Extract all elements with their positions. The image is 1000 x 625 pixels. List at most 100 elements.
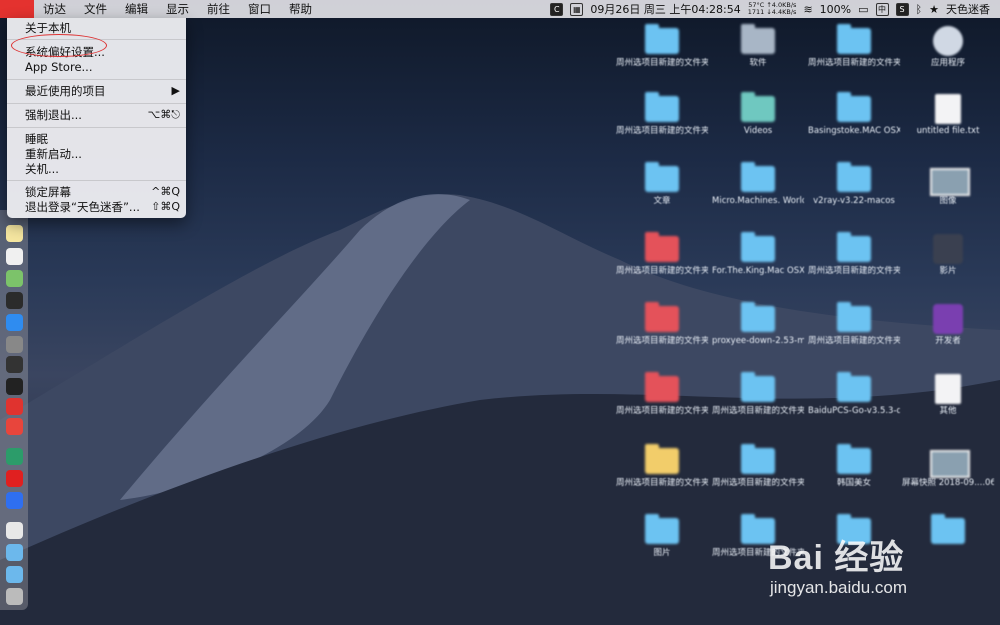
desktop-icon-label: 文章: [653, 196, 671, 206]
s-app-icon[interactable]: S: [895, 2, 909, 16]
desktop-icon[interactable]: 周州选项目新建的文件夹 10: [712, 372, 804, 436]
menu-view[interactable]: 显示: [157, 1, 198, 17]
menu-restart[interactable]: 重新启动...: [7, 146, 186, 161]
file-icon[interactable]: [6, 248, 23, 265]
desktop-icon[interactable]: 周州选项目新建的文件夹 7: [616, 24, 708, 88]
desktop-icon[interactable]: 周州选项目新建的文件夹 12: [808, 302, 900, 366]
app-icon: [933, 234, 963, 264]
vivaldi-icon[interactable]: [6, 398, 23, 415]
downloads-icon[interactable]: [6, 566, 23, 583]
folder-icon: [837, 162, 871, 192]
menu-file[interactable]: 文件: [75, 1, 116, 17]
menu-app-store[interactable]: App Store...: [7, 59, 186, 74]
desktop-icon-label: 周州选项目新建的文件夹 6: [616, 266, 708, 276]
desktop-icon[interactable]: untitled file.txt: [902, 94, 994, 156]
menu-edit[interactable]: 编辑: [116, 1, 157, 17]
desktop-icon[interactable]: 其他: [902, 374, 994, 436]
desktop-icon[interactable]: proxyee-down-2.53-mac: [712, 302, 804, 366]
date-time[interactable]: 09月26日 周三 上午04:28:54: [590, 1, 740, 17]
input-method-icon[interactable]: 中: [875, 2, 889, 16]
terminal-icon[interactable]: [6, 292, 23, 309]
folder-icon: [837, 24, 871, 54]
desktop-icon[interactable]: 周州选项目新建的文件夹 4: [616, 372, 708, 436]
system-monitor[interactable]: 57°C ↑4.0KB/s 1711 ↓4.4KB/s: [748, 2, 797, 16]
desktop-icon[interactable]: 周州选项目新建的文件夹 9: [712, 444, 804, 508]
desktop-icon[interactable]: 周州选项目新建的文件夹 5: [616, 302, 708, 366]
desktop-icon[interactable]: 图片: [616, 514, 708, 578]
desktop-icon[interactable]: 影片: [902, 234, 994, 296]
folder-icon: [741, 92, 775, 122]
desktop-icon-label: proxyee-down-2.53-mac: [712, 336, 804, 346]
watermark-brand: Bai 经验: [768, 539, 905, 577]
trash-icon[interactable]: [6, 588, 23, 605]
clipboard-app-icon[interactable]: C: [550, 2, 564, 16]
desktop-icon[interactable]: 软件: [712, 24, 804, 88]
shortcut-label: ⌥⌘⎋: [147, 107, 180, 121]
desktop-icon[interactable]: Micro.Machines. World.S...TIVATED: [712, 162, 804, 226]
desktop-icon[interactable]: 周州选项目新建的文件夹 6: [616, 232, 708, 296]
desktop-icon-label: 周州选项目新建的文件夹 14: [808, 58, 900, 68]
menu-lock-screen[interactable]: 锁定屏幕 ^⌘Q: [7, 184, 186, 199]
console-icon[interactable]: [6, 378, 23, 395]
desktop-icon[interactable]: BaiduPCS-Go-v3.5.3-d...-amd64: [808, 372, 900, 436]
folder-icon: [741, 372, 775, 402]
netease-music-icon[interactable]: [6, 470, 23, 487]
desktop-icon-label: 应用程序: [930, 58, 965, 68]
menu-go[interactable]: 前往: [198, 1, 239, 17]
desktop-icon[interactable]: 周州选项目新建的文件夹 13: [808, 232, 900, 296]
desktop-icon[interactable]: v2ray-v3.22-macos: [808, 162, 900, 226]
desktop-icon[interactable]: 图像: [902, 166, 994, 226]
menu-log-out[interactable]: 退出登录“天色迷香”... ⇧⌘Q: [7, 199, 186, 214]
desktop-icon[interactable]: 屏幕快照 2018-09....06.png: [902, 448, 994, 508]
folder-icon[interactable]: [6, 544, 23, 561]
menu-force-quit[interactable]: 强制退出... ⌥⌘⎋: [7, 107, 186, 122]
battery-icon[interactable]: ▭: [858, 3, 868, 16]
app-store-icon[interactable]: [6, 314, 23, 331]
apple-menu-icon[interactable]: [0, 0, 34, 18]
maps-icon[interactable]: [6, 270, 23, 287]
yandex-icon[interactable]: [6, 418, 23, 435]
activity-monitor-icon[interactable]: [6, 356, 23, 373]
disk-utility-icon[interactable]: [6, 336, 23, 353]
shortcut-label: ⇧⌘Q: [151, 200, 180, 213]
wifi-icon[interactable]: ≋: [803, 3, 812, 16]
menu-finder[interactable]: 访达: [34, 1, 75, 17]
menu-separator: [7, 79, 186, 80]
desktop-icon[interactable]: Basingstoke.MAC OSX-GOG: [808, 92, 900, 156]
star-icon[interactable]: ★: [929, 3, 939, 16]
notes-icon[interactable]: [6, 225, 23, 242]
bluetooth-icon[interactable]: ᛒ: [916, 3, 923, 16]
desktop-icon[interactable]: 周州选项目新建的文件夹 2: [616, 444, 708, 508]
desktop-icon[interactable]: 文章: [616, 162, 708, 226]
menu-help[interactable]: 帮助: [280, 1, 321, 17]
calendar-icon[interactable]: ▦: [570, 2, 584, 16]
folder-icon: [741, 162, 775, 192]
desktop-icon-label: Basingstoke.MAC OSX-GOG: [808, 126, 900, 136]
desktop-icon[interactable]: Videos: [712, 92, 804, 156]
android-file-icon[interactable]: [6, 448, 23, 465]
desktop-icon[interactable]: 应用程序: [902, 26, 994, 88]
menu-about-this-mac[interactable]: 关于本机: [7, 20, 186, 35]
desktop-icon-label: 图像: [939, 196, 957, 206]
desktop-icon[interactable]: For.The.King.Mac OSX-ACTIVATED: [712, 232, 804, 296]
menu-sleep[interactable]: 睡眠: [7, 131, 186, 146]
desktop-icon[interactable]: 周州选项目新建的文件夹 3: [616, 92, 708, 156]
menu-recent-items[interactable]: 最近使用的项目 ▶: [7, 83, 186, 98]
desktop-icon-label: 周州选项目新建的文件夹 3: [616, 126, 708, 136]
desktop-icon-label: Micro.Machines. World.S...TIVATED: [712, 196, 804, 206]
desktop-icon[interactable]: 韩国美女: [808, 444, 900, 508]
menu-separator: [7, 127, 186, 128]
desktop-icon-label: 影片: [939, 266, 957, 276]
menu-window[interactable]: 窗口: [239, 1, 280, 17]
desktop-icon-label: Videos: [743, 126, 773, 136]
preview-icon[interactable]: [6, 522, 23, 539]
submenu-arrow-icon: ▶: [171, 84, 180, 97]
user-name[interactable]: 天色迷香: [946, 1, 990, 17]
battery-percent[interactable]: 100%: [820, 3, 851, 16]
menu-shut-down[interactable]: 关机...: [7, 161, 186, 176]
desktop-icon[interactable]: 周州选项目新建的文件夹 14: [808, 24, 900, 88]
desktop-icon[interactable]: 开发者: [902, 304, 994, 366]
baidu-netdisk-icon[interactable]: [6, 492, 23, 509]
folder-icon: [741, 232, 775, 262]
desktop-icon-label: 周州选项目新建的文件夹 10: [712, 406, 804, 416]
